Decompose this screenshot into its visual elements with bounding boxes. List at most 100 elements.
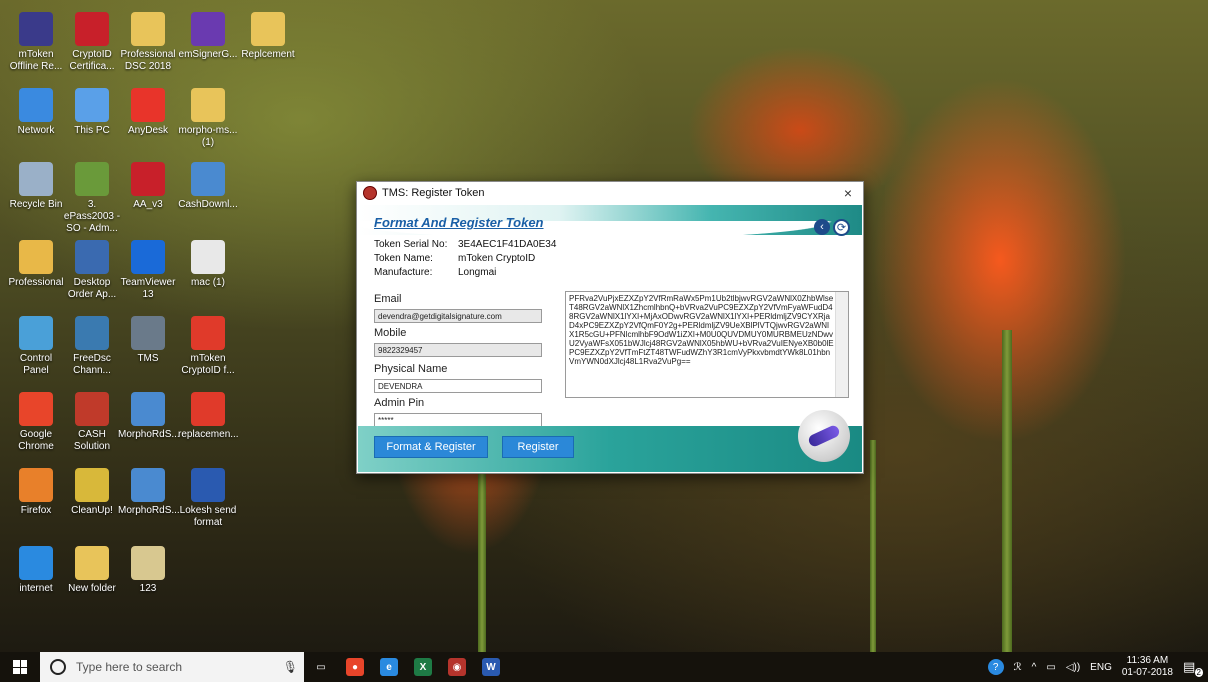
- desktop-icon[interactable]: internet: [6, 546, 66, 595]
- email-field[interactable]: devendra@getdigitalsignature.com: [374, 309, 542, 323]
- help-icon[interactable]: ?: [987, 659, 1004, 675]
- desktop-icon[interactable]: 3. ePass2003 - SO - Adm...: [62, 162, 122, 235]
- notification-icon[interactable]: ▤ 2: [1183, 659, 1203, 677]
- windows-icon: [13, 660, 27, 674]
- desktop-icon[interactable]: mac (1): [178, 240, 238, 289]
- tms-app-icon: [363, 186, 377, 200]
- token-info: Token Serial No: 3E4AEC1F41DA0E34 Token …: [374, 239, 556, 281]
- folder-zip-icon: [131, 12, 165, 46]
- manufacture-value: Longmai: [458, 267, 497, 278]
- desktop-icon[interactable]: mToken CryptoID f...: [178, 316, 238, 377]
- taskbar-app-excel[interactable]: X: [406, 652, 440, 682]
- desktop-icon[interactable]: emSignerG...: [178, 12, 238, 61]
- desktop-icon[interactable]: Firefox: [6, 468, 66, 517]
- usb-token-image: [798, 410, 850, 462]
- taskbar-app-tms[interactable]: ◉: [440, 652, 474, 682]
- admin-pin-label: Admin Pin: [374, 397, 425, 409]
- desktop-icon-label: TeamViewer 13: [120, 277, 176, 300]
- desktop-icon-label: Google Chrome: [18, 429, 54, 452]
- tms-icon: ◉: [448, 658, 466, 676]
- taskbar-app-word[interactable]: W: [474, 652, 508, 682]
- desktop-icon[interactable]: 123: [118, 546, 178, 595]
- token-data-textarea[interactable]: PFRva2VuPjxEZXZpY2VfRmRaWx5Pm1Ub2tlbjwvR…: [565, 291, 849, 398]
- desktop-icon[interactable]: Professional: [6, 240, 66, 289]
- desktop-icon-label: CASH Solution: [73, 429, 111, 452]
- admin-pin-field[interactable]: *****: [374, 413, 542, 427]
- desktop-icon[interactable]: Network: [6, 88, 66, 137]
- chrome-icon: [19, 392, 53, 426]
- refresh-icon[interactable]: ⟳: [833, 219, 850, 236]
- clock[interactable]: 11:36 AM 01-07-2018: [1122, 655, 1173, 679]
- desktop-icon[interactable]: MorphoRdS...: [118, 392, 180, 441]
- physical-name-label: Physical Name: [374, 363, 448, 375]
- folder-zip-icon: [191, 88, 225, 122]
- app-icon: [75, 240, 109, 274]
- taskbar: Type here to search 🎙 ▭ ● e X ◉ W ? ℛ ^ ▭ ◁))…: [0, 652, 1208, 682]
- desktop-icon[interactable]: CASH Solution: [62, 392, 122, 453]
- physical-name-field[interactable]: DEVENDRA: [374, 379, 542, 393]
- dialog-titlebar[interactable]: TMS: Register Token ×: [357, 182, 863, 204]
- desktop-icon-label: mac (1): [191, 277, 225, 288]
- textarea-scrollbar[interactable]: [835, 292, 848, 397]
- desktop-icon[interactable]: Recycle Bin: [6, 162, 66, 211]
- close-icon[interactable]: ×: [833, 185, 863, 201]
- desktop-icon[interactable]: CashDownl...: [178, 162, 238, 211]
- desktop-icon[interactable]: Google Chrome: [6, 392, 66, 453]
- network-icon: [19, 88, 53, 122]
- desktop-icon-label: mToken Offline Re...: [9, 49, 63, 72]
- desktop-icon[interactable]: Desktop Order Ap...: [62, 240, 122, 301]
- desktop-icon-label: Professional DSC 2018: [120, 49, 176, 72]
- desktop-icon[interactable]: TeamViewer 13: [118, 240, 178, 301]
- desktop-icon[interactable]: FreeDsc Chann...: [62, 316, 122, 377]
- folder-icon: [75, 546, 109, 580]
- register-button[interactable]: Register: [502, 436, 574, 458]
- microphone-icon[interactable]: 🎙: [283, 660, 298, 674]
- info-row-serial: Token Serial No: 3E4AEC1F41DA0E34: [374, 239, 556, 253]
- token-serial-value: 3E4AEC1F41DA0E34: [458, 239, 557, 250]
- taskbar-app-ie[interactable]: e: [372, 652, 406, 682]
- clock-date: 01-07-2018: [1121, 667, 1173, 678]
- desktop-icon[interactable]: AnyDesk: [118, 88, 178, 137]
- desktop-icon[interactable]: Control Panel: [6, 316, 66, 377]
- battery-icon[interactable]: ▭: [1046, 662, 1055, 673]
- desktop-icon[interactable]: MorphoRdS...: [118, 468, 180, 517]
- volume-icon[interactable]: ◁)): [1066, 662, 1080, 673]
- epass-icon: [75, 162, 109, 196]
- start-button[interactable]: [0, 652, 40, 682]
- desktop-icon[interactable]: This PC: [62, 88, 122, 137]
- taskbar-apps: ▭ ● e X ◉ W: [304, 652, 508, 682]
- email-label: Email: [374, 293, 402, 305]
- desktop-icon[interactable]: AA_v3: [118, 162, 178, 211]
- desktop-icon-label: 3. ePass2003 - SO - Adm...: [63, 199, 121, 234]
- desktop-icon-label: CryptoID Certifica...: [69, 49, 115, 72]
- desktop-icon[interactable]: CryptoID Certifica...: [62, 12, 122, 73]
- word-icon: W: [482, 658, 500, 676]
- desktop-icon-label: Professional: [8, 277, 64, 288]
- ie-icon: e: [380, 658, 398, 676]
- cleanup-icon: [75, 468, 109, 502]
- desktop-icon[interactable]: replacemen...: [178, 392, 239, 441]
- desktop-icon[interactable]: TMS: [118, 316, 178, 365]
- mtoken-icon: [19, 12, 53, 46]
- back-button[interactable]: ‹: [814, 219, 830, 235]
- taskbar-app-task-view[interactable]: ▭: [304, 652, 338, 682]
- user-icon[interactable]: ℛ: [1014, 662, 1022, 673]
- cortana-icon: [50, 659, 66, 675]
- desktop-icon-label: MorphoRdS...: [118, 505, 180, 516]
- desktop-icon[interactable]: Lokesh send format: [178, 468, 238, 529]
- format-register-button[interactable]: Format & Register: [374, 436, 488, 458]
- chevron-up-icon[interactable]: ^: [1032, 662, 1037, 673]
- desktop-icon[interactable]: Professional DSC 2018: [118, 12, 178, 73]
- desktop-icon[interactable]: mToken Offline Re...: [6, 12, 66, 73]
- desktop-icon[interactable]: New folder: [62, 546, 122, 595]
- desktop-icon[interactable]: Replcement: [238, 12, 298, 61]
- desktop-icon[interactable]: morpho-ms... (1): [178, 88, 238, 149]
- desktop-icon[interactable]: CleanUp!: [62, 468, 122, 517]
- language-indicator[interactable]: ENG: [1090, 662, 1112, 673]
- search-box[interactable]: Type here to search 🎙: [40, 652, 304, 682]
- mobile-field[interactable]: 9822329457: [374, 343, 542, 357]
- flower-stem: [870, 440, 876, 660]
- folder-zip-icon: [251, 12, 285, 46]
- taskbar-app-chrome[interactable]: ●: [338, 652, 372, 682]
- dialog-title: TMS: Register Token: [382, 187, 485, 199]
